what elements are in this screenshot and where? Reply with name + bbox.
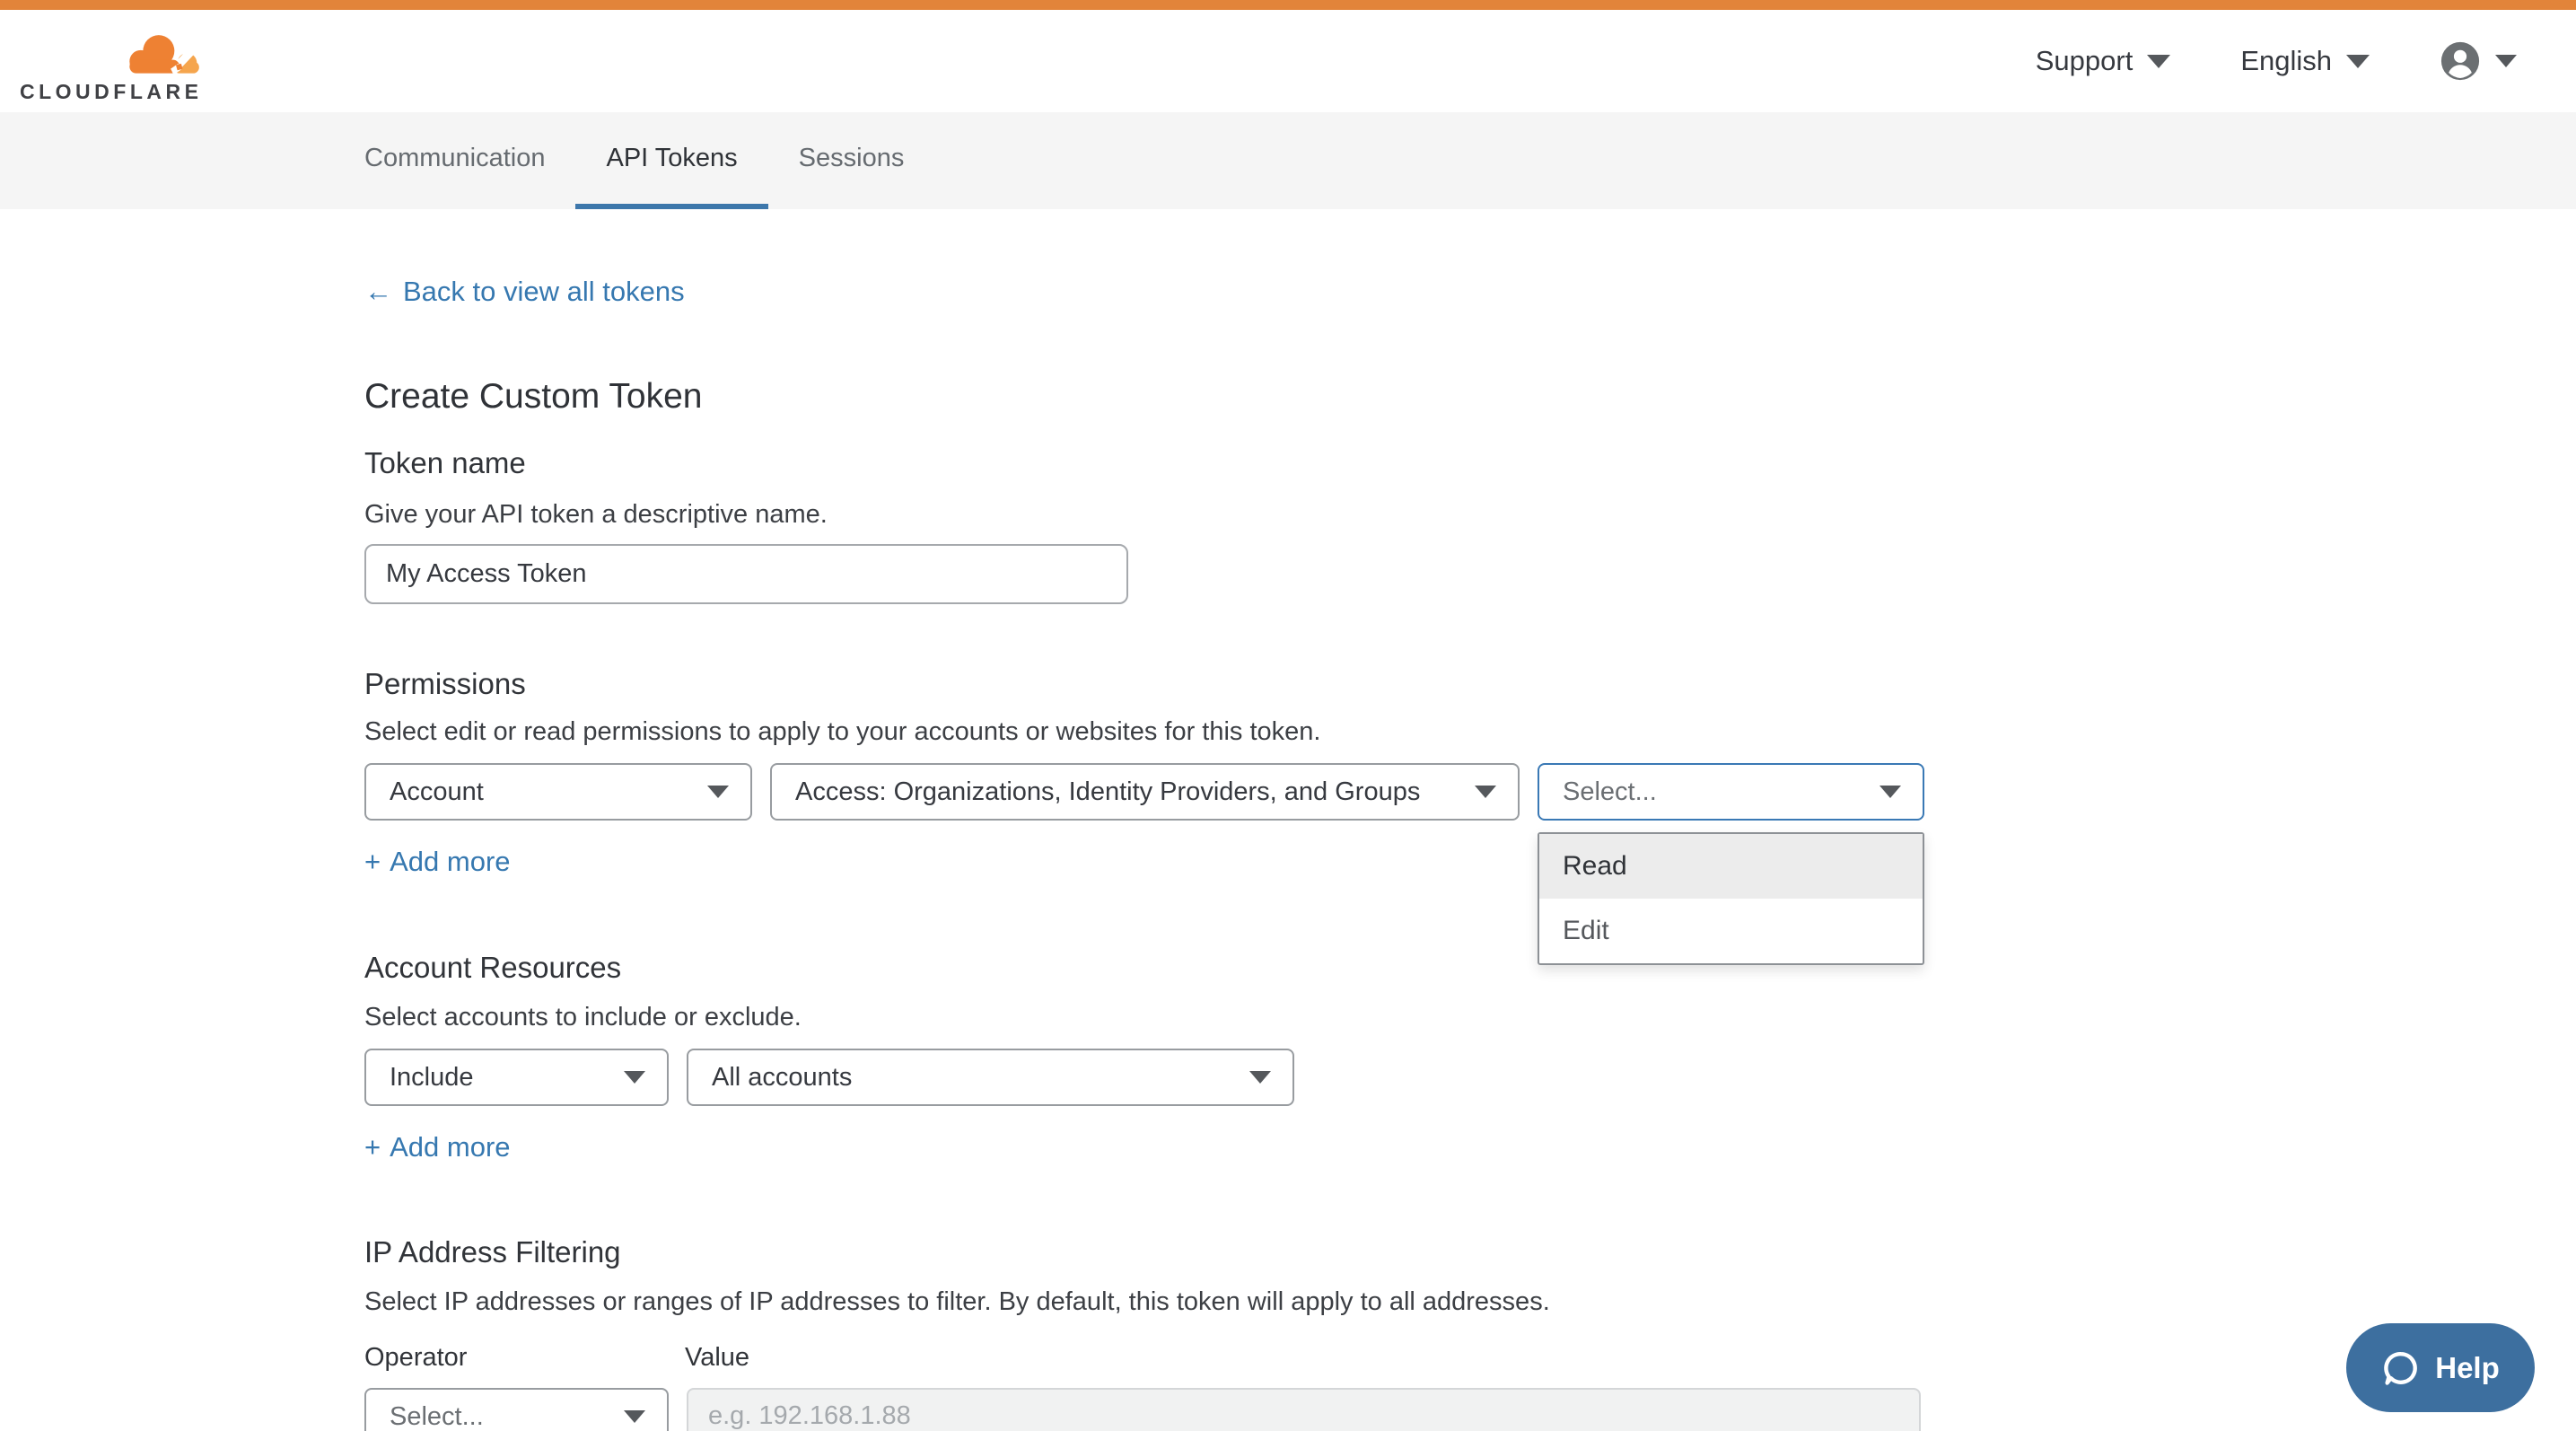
plus-icon: +: [364, 846, 381, 878]
ip-filtering-description: Select IP addresses or ranges of IP addr…: [364, 1287, 2576, 1317]
add-more-permissions-label: Add more: [390, 846, 510, 878]
chat-bubble-icon: [2381, 1348, 2421, 1388]
tab-sessions[interactable]: Sessions: [768, 112, 935, 209]
add-more-resources-link[interactable]: + Add more: [364, 1131, 511, 1163]
add-more-resources-label: Add more: [390, 1131, 510, 1163]
resource-target-select[interactable]: All accounts: [687, 1049, 1294, 1106]
ip-filtering-heading: IP Address Filtering: [364, 1235, 2576, 1269]
permissions-description: Select edit or read permissions to apply…: [364, 717, 2576, 747]
language-menu-label: English: [2240, 45, 2332, 77]
chevron-down-icon: [2346, 55, 2370, 68]
ip-filtering-labels: Operator Value: [364, 1343, 2576, 1373]
support-menu-label: Support: [2036, 45, 2134, 77]
dropdown-option-edit[interactable]: Edit: [1539, 899, 1923, 963]
back-link[interactable]: ← Back to view all tokens: [364, 276, 685, 308]
resource-target-value: All accounts: [712, 1063, 852, 1093]
account-resources-heading: Account Resources: [364, 951, 2576, 985]
language-menu[interactable]: English: [2240, 45, 2370, 77]
user-avatar-icon: [2440, 40, 2481, 82]
dropdown-option-read[interactable]: Read: [1539, 834, 1923, 899]
back-link-label: Back to view all tokens: [403, 276, 685, 308]
resource-mode-select[interactable]: Include: [364, 1049, 669, 1106]
support-menu[interactable]: Support: [2036, 45, 2171, 77]
permission-group-select[interactable]: Access: Organizations, Identity Provider…: [770, 763, 1520, 821]
permission-level-dropdown: Read Edit: [1538, 832, 1924, 965]
chevron-down-icon: [2495, 55, 2517, 67]
value-label: Value: [685, 1343, 749, 1373]
tab-bar: Communication API Tokens Sessions: [0, 112, 2576, 209]
add-more-permissions-link[interactable]: + Add more: [364, 846, 511, 878]
token-name-description: Give your API token a descriptive name.: [364, 500, 2576, 530]
resource-mode-value: Include: [390, 1063, 474, 1093]
tab-api-tokens[interactable]: API Tokens: [575, 112, 767, 209]
cloudflare-cloud-icon: [115, 31, 210, 76]
permission-group-value: Access: Organizations, Identity Provider…: [795, 777, 1420, 807]
chevron-down-icon: [707, 786, 729, 798]
chevron-down-icon: [624, 1071, 645, 1084]
permissions-row: Account Access: Organizations, Identity …: [364, 763, 2576, 821]
cloudflare-logo-text: CLOUDFLARE: [20, 80, 210, 104]
plus-icon: +: [364, 1131, 381, 1163]
top-accent-bar: [0, 0, 2576, 10]
help-button-label: Help: [2435, 1351, 2500, 1385]
account-resources-row: Include All accounts: [364, 1049, 2576, 1106]
ip-value-input[interactable]: [687, 1388, 1921, 1431]
operator-label: Operator: [364, 1343, 685, 1373]
chevron-down-icon: [2147, 55, 2170, 68]
chevron-down-icon: [1475, 786, 1496, 798]
back-arrow-icon: ←: [364, 276, 392, 308]
account-menu[interactable]: [2440, 40, 2517, 82]
permission-scope-select[interactable]: Account: [364, 763, 752, 821]
permission-scope-value: Account: [390, 777, 484, 807]
chevron-down-icon: [1879, 786, 1901, 798]
cloudflare-logo: CLOUDFLARE: [20, 31, 210, 104]
tab-communication[interactable]: Communication: [334, 112, 575, 209]
main-content: ← Back to view all tokens Create Custom …: [0, 209, 2576, 1431]
chevron-down-icon: [1249, 1071, 1271, 1084]
ip-operator-select[interactable]: Select...: [364, 1388, 669, 1431]
permission-level-select[interactable]: Select...: [1538, 763, 1924, 821]
ip-operator-placeholder: Select...: [390, 1402, 484, 1431]
help-button[interactable]: Help: [2346, 1323, 2535, 1412]
header-nav: Support English: [2036, 10, 2517, 112]
permission-level-wrap: Select... Read Edit: [1538, 763, 1924, 821]
chevron-down-icon: [624, 1410, 645, 1423]
token-name-input[interactable]: [364, 544, 1128, 604]
token-name-heading: Token name: [364, 446, 2576, 480]
permission-level-placeholder: Select...: [1563, 777, 1657, 807]
ip-filtering-row: Select...: [364, 1388, 2576, 1431]
permissions-heading: Permissions: [364, 667, 2576, 701]
page-title: Create Custom Token: [364, 377, 2576, 417]
account-resources-description: Select accounts to include or exclude.: [364, 1003, 2576, 1032]
header: CLOUDFLARE Support English: [0, 10, 2576, 112]
